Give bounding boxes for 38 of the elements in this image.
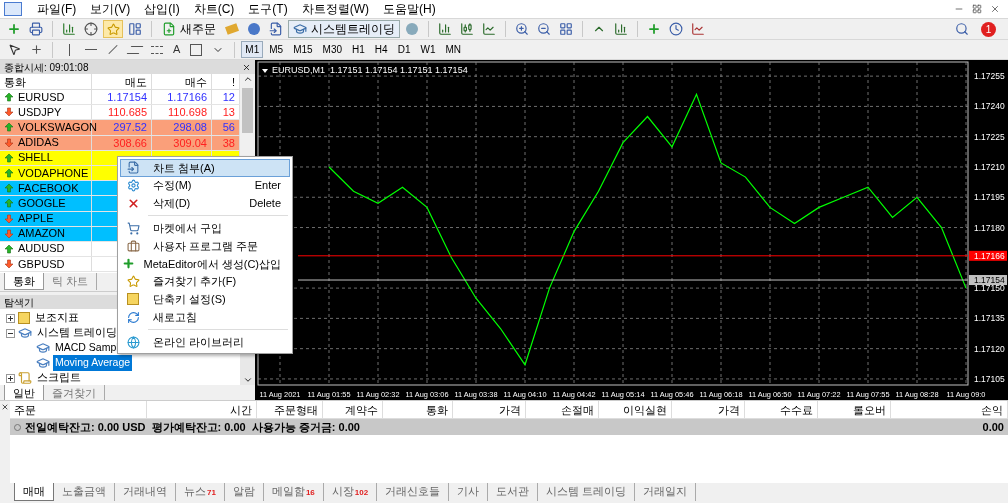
symbol-cell: ADIDAS xyxy=(18,135,59,151)
y-axis-label: 1.17120 xyxy=(974,343,1005,354)
symbol-cell: USDJPY xyxy=(18,104,62,120)
y-axis-label: 1.17210 xyxy=(974,162,1005,172)
ask-cell: 1.17166 xyxy=(152,90,212,105)
price-label: 1.17166 xyxy=(969,250,1007,261)
bid-cell: 1.17154 xyxy=(92,90,152,105)
ref-line-label: 1.17166 xyxy=(974,250,1005,261)
y-axis-label: 1.17135 xyxy=(974,313,1005,324)
ask-cell: 110.698 xyxy=(152,105,212,120)
symbol-cell: FACEBOOK xyxy=(18,180,79,196)
symbol-cell: GOOGLE xyxy=(18,195,66,211)
y-axis-label: 1.17105 xyxy=(974,373,1005,384)
y-axis-label: 1.17255 xyxy=(974,71,1005,82)
y-axis-label: 1.17195 xyxy=(974,192,1005,203)
symbol-cell: AUDUSD xyxy=(18,241,65,257)
symbol-cell: GBPUSD xyxy=(18,256,65,272)
ask-cell: 309.04 xyxy=(152,135,212,150)
symbol-cell: VODAPHONE xyxy=(18,165,89,181)
price-label: 1.17154 xyxy=(969,275,1007,285)
balance-text: 전일예탁잔고: 0.00 USD 평가예탁잔고: 0.00 사용가능 증거금: 0.00 xyxy=(25,419,360,435)
profit-cell-text: 0.00 xyxy=(982,419,1004,435)
y-axis-label: 1.17180 xyxy=(974,222,1005,233)
bid-cell: 308.66 xyxy=(92,135,152,150)
ref-line-label: 1.17154 xyxy=(974,275,1005,286)
panel-title: 종합시세: 09:01:08 xyxy=(4,60,89,75)
y-axis-label: 1.17150 xyxy=(974,283,1005,294)
y-axis-label: 1.17225 xyxy=(974,131,1005,142)
chart-header: EURUSD,M1 1.17151 1.17154 1.17151 1.17154 xyxy=(272,65,468,75)
symbol-cell: AMAZON xyxy=(18,226,66,242)
symbol-cell: EURUSD xyxy=(18,90,65,105)
ask-cell: 298.08 xyxy=(152,120,212,135)
bid-cell: 110.685 xyxy=(92,105,152,120)
panel-title: 탐색기 xyxy=(4,295,34,310)
symbol-cell: VOLKSWAGON xyxy=(18,119,98,135)
symbol-cell: APPLE xyxy=(18,211,54,227)
symbol-cell: SHELL xyxy=(18,150,53,166)
y-axis-label: 1.17240 xyxy=(974,101,1005,112)
